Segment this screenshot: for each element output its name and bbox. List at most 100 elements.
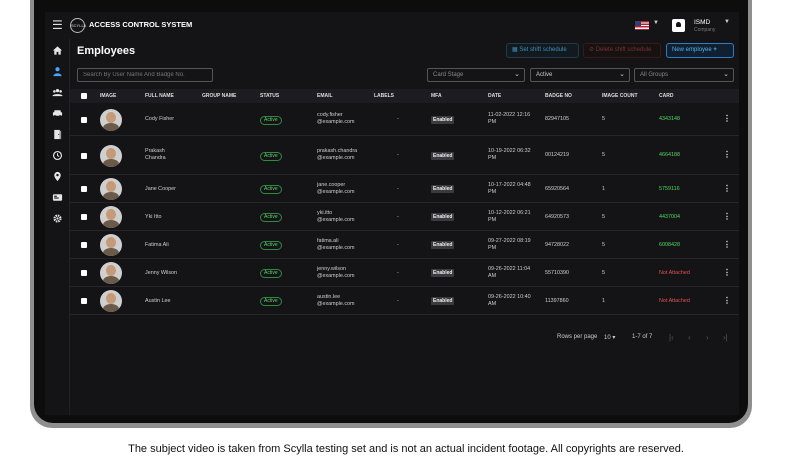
mfa-badge: Enabled: [431, 185, 455, 193]
col-status[interactable]: STATUS: [260, 93, 279, 99]
date-line-2: PM: [488, 217, 497, 223]
more-options-icon[interactable]: ⋮: [723, 150, 731, 159]
avatar: [100, 206, 122, 228]
history-icon[interactable]: [52, 150, 63, 161]
email-line-1: austin.lee: [317, 294, 341, 300]
col-badge-no[interactable]: BADGE NO: [545, 93, 572, 99]
card-stage-select[interactable]: Card Stage ⌄: [427, 68, 525, 82]
email-line-2: @example.com: [317, 245, 355, 251]
full-name: Jenny Wilson: [145, 270, 178, 276]
row-checkbox[interactable]: [81, 298, 87, 304]
table-row[interactable]: Jane Cooper Active jane.cooper @example.…: [70, 176, 739, 203]
chevron-down-icon: ⌄: [514, 71, 520, 78]
col-labels[interactable]: LABELS: [374, 93, 394, 99]
rows-per-page-select[interactable]: 10 ▾: [604, 334, 615, 341]
col-email[interactable]: EMAIL: [317, 93, 333, 99]
app-screen: ☰ SCYLLA ACCESS CONTROL SYSTEM ▼ ISMD Co…: [45, 12, 739, 415]
groups-select[interactable]: All Groups ⌄: [634, 68, 734, 82]
col-group-name[interactable]: GROUP NAME: [202, 93, 236, 99]
col-full-name[interactable]: FULL NAME: [145, 93, 174, 99]
col-date[interactable]: DATE: [488, 93, 501, 99]
col-image-count[interactable]: IMAGE COUNT: [602, 93, 638, 99]
mfa-badge: Enabled: [431, 297, 455, 305]
status-badge: Active: [260, 269, 282, 278]
labels: -: [397, 186, 399, 192]
id-card-icon[interactable]: [52, 192, 63, 203]
avatar: [100, 290, 122, 312]
badge-no: 65920564: [545, 186, 569, 192]
group-icon[interactable]: [52, 87, 63, 98]
table-row[interactable]: Jenny Wilson Active jenny.wilson @exampl…: [70, 260, 739, 287]
table-row[interactable]: Fatima Ali Active fatima.ali @example.co…: [70, 232, 739, 259]
language-chevron-down-icon[interactable]: ▼: [653, 20, 659, 26]
search-input[interactable]: [77, 68, 213, 82]
status-select[interactable]: Active ⌄: [530, 68, 630, 82]
first-page-icon[interactable]: |‹: [669, 333, 674, 342]
email-line-2: @example.com: [317, 189, 355, 195]
select-all-checkbox[interactable]: [81, 93, 87, 99]
table-row[interactable]: Austin Lee Active austin.lee @example.co…: [70, 288, 739, 315]
full-name: Austin Lee: [145, 298, 171, 304]
date-line-1: 11-02-2022 12:16: [488, 112, 531, 118]
avatar: [100, 178, 122, 200]
date-line-2: PM: [488, 245, 497, 251]
user-menu-chevron-icon[interactable]: ▼: [724, 19, 730, 25]
set-shift-schedule-button[interactable]: ▦ Set shift schedule: [506, 43, 579, 58]
delete-shift-schedule-button[interactable]: ⊘ Delete shift schedule: [583, 43, 661, 58]
menu-icon[interactable]: ☰: [52, 18, 63, 32]
door-icon[interactable]: [52, 129, 63, 140]
new-employee-button[interactable]: New employee +: [666, 43, 734, 58]
full-name: Cody Fisher: [145, 116, 175, 122]
labels: -: [397, 214, 399, 220]
gear-icon[interactable]: [52, 213, 63, 224]
user-company: Company: [694, 27, 716, 33]
sidebar: [45, 39, 70, 415]
row-checkbox[interactable]: [81, 214, 87, 220]
badge-no: 55710390: [545, 270, 569, 276]
previous-page-icon[interactable]: ‹: [688, 333, 691, 342]
table-row[interactable]: Yki Itto Active yki.itto @example.com - …: [70, 204, 739, 231]
home-icon[interactable]: [52, 45, 63, 56]
plus-icon: +: [713, 47, 717, 53]
table-row[interactable]: Cody Fisher Active cody.fisher @example.…: [70, 104, 739, 136]
col-card[interactable]: CARD: [659, 93, 673, 99]
app-logo: SCYLLA: [70, 18, 86, 33]
vehicle-icon[interactable]: [52, 108, 63, 119]
image-count: 5: [602, 152, 605, 158]
more-options-icon[interactable]: ⋮: [723, 212, 731, 221]
col-mfa[interactable]: MFA: [431, 93, 442, 99]
avatar: [100, 262, 122, 284]
labels: -: [397, 152, 399, 158]
card-value: 4437004: [659, 214, 680, 220]
image-count: 5: [602, 270, 605, 276]
user-avatar-icon[interactable]: [672, 19, 685, 32]
delete-icon: ⊘: [589, 47, 596, 53]
row-checkbox[interactable]: [81, 186, 87, 192]
groups-value: All Groups: [640, 72, 669, 78]
person-icon[interactable]: [52, 66, 63, 77]
image-count: 5: [602, 214, 605, 220]
mfa-badge: Enabled: [431, 116, 455, 124]
more-options-icon[interactable]: ⋮: [723, 268, 731, 277]
last-page-icon[interactable]: ›|: [723, 333, 728, 342]
row-checkbox[interactable]: [81, 242, 87, 248]
location-pin-icon[interactable]: [52, 171, 63, 182]
more-options-icon[interactable]: ⋮: [723, 114, 731, 123]
row-checkbox[interactable]: [81, 117, 87, 123]
avatar: [100, 234, 122, 256]
next-page-icon[interactable]: ›: [706, 333, 709, 342]
row-checkbox[interactable]: [81, 153, 87, 159]
email-line-1: cody.fisher: [317, 112, 343, 118]
badge-no: 64920573: [545, 214, 569, 220]
more-options-icon[interactable]: ⋮: [723, 184, 731, 193]
date-line-2: PM: [488, 189, 497, 195]
user-name[interactable]: ISMD: [694, 19, 710, 26]
more-options-icon[interactable]: ⋮: [723, 240, 731, 249]
card-value: Not Attached: [659, 270, 690, 276]
us-flag-icon[interactable]: [635, 21, 649, 30]
caret-down-icon: ▾: [612, 335, 616, 341]
email-line-2: @example.com: [317, 217, 355, 223]
row-checkbox[interactable]: [81, 270, 87, 276]
table-row[interactable]: Prakash Chandra Active prakash.chandra @…: [70, 137, 739, 175]
more-options-icon[interactable]: ⋮: [723, 296, 731, 305]
